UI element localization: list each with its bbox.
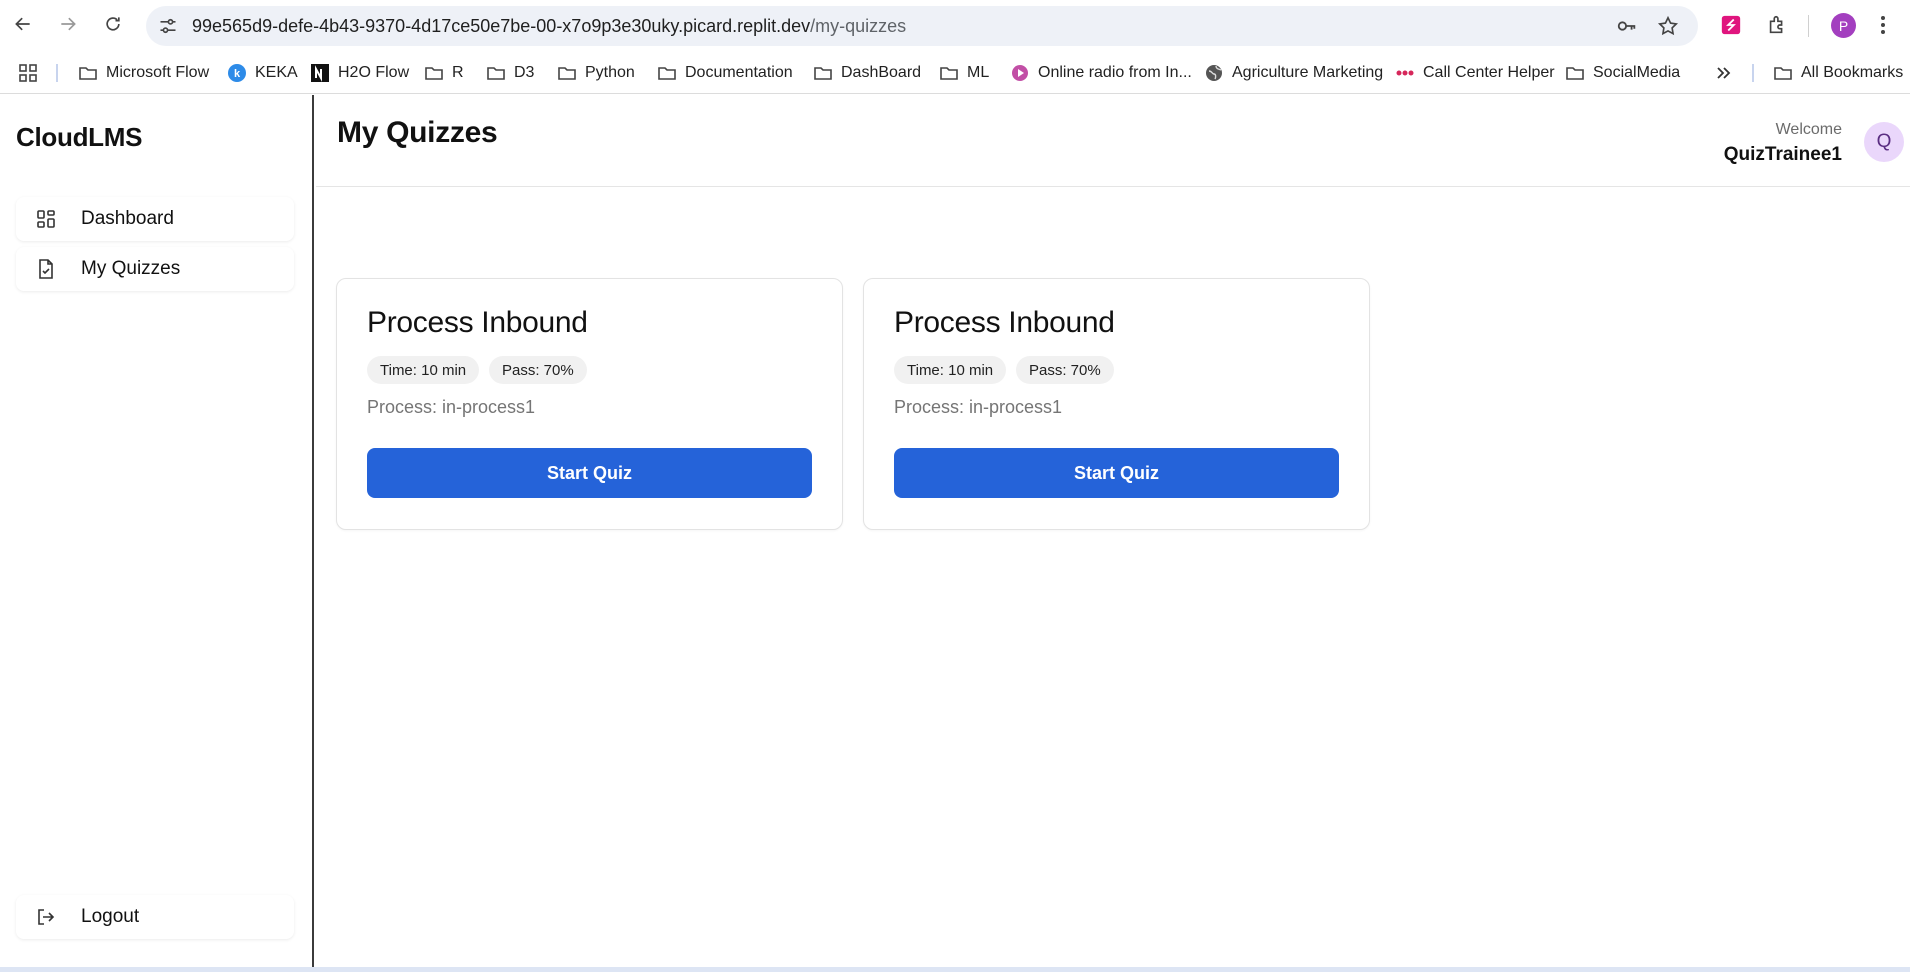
sidebar-item-label: My Quizzes: [81, 258, 181, 279]
time-badge: Time: 10 min: [894, 356, 1007, 384]
window-bottom-edge: [0, 967, 1910, 972]
more-menu-icon[interactable]: [1874, 13, 1892, 37]
quiz-title: Process Inbound: [367, 306, 588, 339]
folder-icon: [1566, 67, 1584, 80]
bookmark-label: Documentation: [685, 64, 793, 81]
bookmark-label: SocialMedia: [1593, 64, 1681, 81]
all-bookmarks-button[interactable]: All Bookmarks: [1773, 61, 1903, 85]
bookmark-label: Online radio from In...: [1038, 64, 1192, 81]
back-button[interactable]: [10, 11, 36, 37]
keka-icon: k: [228, 64, 246, 82]
chevron-double-right-icon: [1717, 67, 1731, 79]
url-path: /my-quizzes: [810, 16, 907, 36]
user-avatar[interactable]: Q: [1864, 122, 1904, 162]
all-bookmarks-label: All Bookmarks: [1801, 64, 1904, 81]
radio-icon: [1012, 65, 1028, 81]
url-text: 99e565d9-defe-4b43-9370-4d17ce50e7be-00-…: [192, 16, 906, 37]
quiz-process: Process: in-process1: [894, 397, 1063, 417]
welcome-label: Welcome: [1775, 121, 1842, 138]
page-title: My Quizzes: [337, 116, 498, 149]
sidebar-item-dashboard[interactable]: Dashboard: [16, 197, 294, 241]
bookmarks-separator: [56, 64, 58, 82]
browser-toolbar: 99e565d9-defe-4b43-9370-4d17ce50e7be-00-…: [0, 0, 1910, 52]
top-header: Welcome QuizTrainee1 Q: [316, 95, 1910, 187]
arrow-right-icon: [61, 17, 76, 31]
sidebar-item-my-quizzes[interactable]: My Quizzes: [16, 247, 294, 291]
profile-avatar[interactable]: P: [1831, 13, 1856, 38]
globe-icon: [1206, 65, 1222, 81]
extension-s-icon[interactable]: [1718, 12, 1744, 38]
reload-icon: [106, 17, 120, 31]
url-host: 99e565d9-defe-4b43-9370-4d17ce50e7be-00-…: [192, 16, 811, 36]
sidebar-item-label: Dashboard: [81, 208, 174, 229]
bookmark-label: Microsoft Flow: [106, 64, 210, 81]
svg-text:k: k: [234, 68, 241, 80]
bookmark-label: H2O Flow: [338, 64, 410, 81]
folder-icon: [558, 67, 576, 80]
folder-icon: [79, 67, 97, 80]
username: QuizTrainee1: [1723, 144, 1842, 165]
password-key-icon[interactable]: [1616, 15, 1638, 37]
bookmark-item[interactable]: DashBoard: [813, 61, 921, 85]
bookmark-label: Call Center Helper: [1423, 64, 1555, 81]
bookmark-item[interactable]: H2O Flow: [310, 61, 409, 85]
bookmark-star-icon[interactable]: [1657, 15, 1679, 37]
bookmarks-bar: Microsoft Flow k KEKA H2O Flow R D3 Pyth…: [0, 52, 1910, 94]
folder-icon: [487, 67, 505, 80]
start-quiz-button[interactable]: Start Quiz: [367, 448, 812, 498]
extensions-puzzle-icon[interactable]: [1764, 12, 1790, 38]
quiz-process: Process: in-process1: [367, 397, 536, 417]
bookmarks-separator: [1752, 64, 1754, 82]
site-settings-icon[interactable]: [158, 16, 178, 36]
bookmark-label: KEKA: [255, 64, 298, 81]
bookmark-label: DashBoard: [841, 64, 922, 81]
bookmark-label: Python: [585, 64, 635, 81]
quiz-card: Process Inbound Time: 10 min Pass: 70% P…: [336, 278, 843, 530]
apps-grid-button[interactable]: [18, 61, 38, 85]
bookmark-item[interactable]: Microsoft Flow: [78, 61, 209, 85]
time-badge: Time: 10 min: [367, 356, 480, 384]
sidebar: CloudLMS Dashboard My Quizzes Logout: [0, 95, 314, 967]
bookmark-item[interactable]: Agriculture Marketing: [1204, 61, 1383, 85]
folder-icon: [940, 67, 958, 80]
folder-icon: [425, 67, 443, 80]
bookmark-item[interactable]: ML: [939, 61, 989, 85]
bookmark-label: Agriculture Marketing: [1232, 64, 1384, 81]
callcenter-icon: [1396, 70, 1414, 76]
dashboard-grid-icon: [37, 210, 55, 228]
bookmark-item[interactable]: Call Center Helper: [1395, 61, 1555, 85]
quiz-title: Process Inbound: [894, 306, 1115, 339]
file-check-icon: [39, 259, 53, 279]
brand-logo[interactable]: CloudLMS: [16, 122, 142, 153]
bookmark-item[interactable]: k KEKA: [227, 61, 298, 85]
toolbar-divider: [1808, 15, 1809, 37]
bookmark-label: ML: [967, 64, 990, 81]
logout-label: Logout: [81, 906, 140, 927]
bookmark-label: R: [452, 64, 464, 81]
forward-button[interactable]: [55, 11, 81, 37]
app-root: CloudLMS Dashboard My Quizzes Logout Wel…: [0, 95, 1910, 967]
logout-button[interactable]: Logout: [16, 895, 294, 939]
arrow-left-icon: [15, 17, 30, 31]
start-quiz-button[interactable]: Start Quiz: [894, 448, 1339, 498]
folder-icon: [1774, 67, 1792, 80]
bookmark-item[interactable]: D3: [486, 61, 534, 85]
more-bookmarks-button[interactable]: [1714, 61, 1734, 85]
h2o-icon: [311, 64, 329, 82]
bookmark-item[interactable]: Documentation: [657, 61, 793, 85]
bookmark-label: D3: [514, 64, 535, 81]
reload-button[interactable]: [100, 11, 126, 37]
apps-grid-icon: [19, 64, 37, 82]
bookmark-item[interactable]: SocialMedia: [1565, 61, 1680, 85]
bookmark-item[interactable]: Online radio from In...: [1010, 61, 1192, 85]
logout-icon: [38, 909, 55, 925]
address-bar[interactable]: 99e565d9-defe-4b43-9370-4d17ce50e7be-00-…: [146, 6, 1698, 46]
folder-icon: [814, 67, 832, 80]
pass-badge: Pass: 70%: [489, 356, 587, 384]
quiz-card: Process Inbound Time: 10 min Pass: 70% P…: [863, 278, 1370, 530]
pass-badge: Pass: 70%: [1016, 356, 1114, 384]
bookmark-item[interactable]: Python: [557, 61, 635, 85]
bookmark-item[interactable]: R: [424, 61, 464, 85]
folder-icon: [658, 67, 676, 80]
